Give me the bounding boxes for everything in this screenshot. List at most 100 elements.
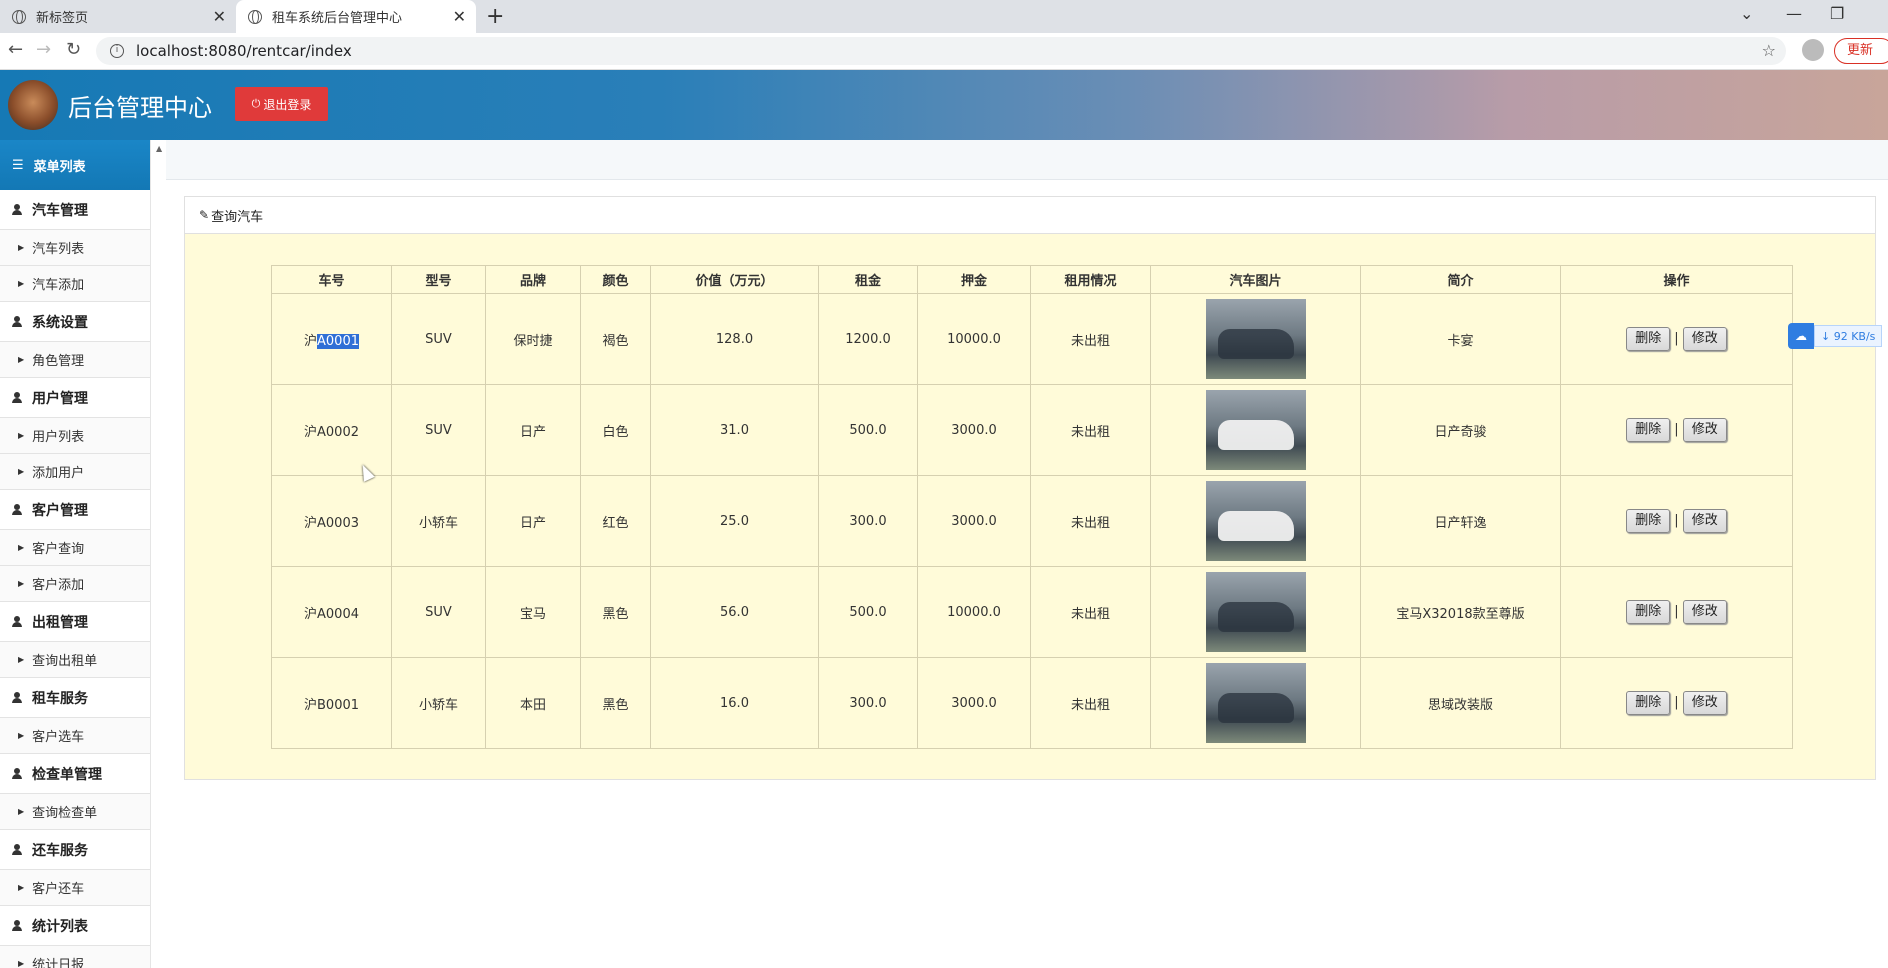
maximize-icon[interactable]: ❐ xyxy=(1830,4,1844,23)
caret-right-icon: ▶ xyxy=(18,959,25,968)
delete-button[interactable]: 删除 xyxy=(1626,418,1671,442)
sidebar-group-return[interactable]: 还车服务 xyxy=(0,830,150,870)
sidebar-item-role[interactable]: ▶ 角色管理 xyxy=(0,342,150,378)
group-label: 系统设置 xyxy=(32,314,88,331)
sidebar-group-stats[interactable]: 统计列表 xyxy=(0,906,150,946)
info-icon[interactable]: i xyxy=(110,44,124,58)
tab-search-icon[interactable]: ⌄ xyxy=(1740,4,1753,23)
value-cell: 16.0 xyxy=(650,657,819,749)
sidebar-item-customer-query[interactable]: ▶ 客户查询 xyxy=(0,530,150,566)
separator: | xyxy=(1674,331,1679,346)
tab-label: 新标签页 xyxy=(36,11,89,26)
rent-cell: 1200.0 xyxy=(818,293,918,385)
sidebar-item-return-car[interactable]: ▶ 客户还车 xyxy=(0,870,150,906)
item-label: 用户列表 xyxy=(32,430,85,445)
sidebar-group-car[interactable]: 汽车管理 xyxy=(0,190,150,230)
plate-number: A0002 xyxy=(317,424,359,440)
model-cell: 小轿车 xyxy=(391,657,486,749)
edit-button[interactable]: 修改 xyxy=(1682,327,1727,351)
delete-button[interactable]: 删除 xyxy=(1626,327,1671,351)
menu-title: 菜单列表 xyxy=(33,159,86,175)
close-icon[interactable]: ✕ xyxy=(213,7,226,26)
image-cell xyxy=(1150,384,1361,476)
plate-prefix: 沪 xyxy=(303,697,317,713)
deposit-cell: 3000.0 xyxy=(917,384,1031,476)
plate-prefix: 沪 xyxy=(304,515,318,531)
image-cell xyxy=(1150,657,1361,749)
edit-button[interactable]: 修改 xyxy=(1682,691,1727,715)
user-icon xyxy=(12,504,22,515)
browser-tab-admin[interactable]: 租车系统后台管理中心 ✕ xyxy=(236,0,476,33)
plate-number: A0003 xyxy=(317,515,359,531)
col-header: 汽车图片 xyxy=(1150,265,1361,294)
caret-right-icon: ▶ xyxy=(18,579,25,588)
car-image xyxy=(1205,481,1306,561)
profile-icon[interactable] xyxy=(1802,39,1824,61)
back-icon[interactable]: ← xyxy=(8,39,23,60)
delete-button[interactable]: 删除 xyxy=(1626,509,1671,533)
minimize-icon[interactable]: — xyxy=(1786,4,1802,23)
status-cell: 未出租 xyxy=(1030,384,1151,476)
sidebar-group-customer[interactable]: 客户管理 xyxy=(0,490,150,530)
status-cell: 未出租 xyxy=(1030,475,1151,567)
user-icon xyxy=(12,616,22,627)
list-icon: ☰ xyxy=(12,157,24,173)
sidebar-item-user-list[interactable]: ▶ 用户列表 xyxy=(0,418,150,454)
col-header: 租金 xyxy=(818,265,918,294)
sidebar-item-choose-car[interactable]: ▶ 客户选车 xyxy=(0,718,150,754)
item-label: 统计日报 xyxy=(32,958,85,968)
sidebar-item-car-add[interactable]: ▶ 汽车添加 xyxy=(0,266,150,302)
sidebar-item-user-add[interactable]: ▶ 添加用户 xyxy=(0,454,150,490)
update-button[interactable]: 更新 xyxy=(1834,38,1888,64)
caret-right-icon: ▶ xyxy=(18,731,25,740)
main-toolbar xyxy=(166,140,1888,180)
sidebar-group-rental[interactable]: 出租管理 xyxy=(0,602,150,642)
deposit-cell: 3000.0 xyxy=(917,657,1031,749)
car-image xyxy=(1205,299,1306,379)
logout-button[interactable]: ⏻ 退出登录 xyxy=(235,87,328,121)
status-cell: 未出租 xyxy=(1030,566,1151,658)
brand-cell: 日产 xyxy=(485,384,581,476)
app-header: 后台管理中心 ⏻ 退出登录 xyxy=(0,70,1888,140)
delete-button[interactable]: 删除 xyxy=(1626,691,1671,715)
col-header: 品牌 xyxy=(485,265,581,294)
edit-button[interactable]: 修改 xyxy=(1682,600,1727,624)
sidebar-item-inspection-query[interactable]: ▶ 查询检查单 xyxy=(0,794,150,830)
reload-icon[interactable]: ↻ xyxy=(66,39,81,60)
forward-icon[interactable]: → xyxy=(36,39,51,60)
table-row: 沪A0003 小轿车 日产 红色 25.0 300.0 3000.0 未出租 日… xyxy=(271,475,1793,567)
table-header-row: 车号 型号 品牌 颜色 价值（万元） 租金 押金 租用情况 汽车图片 简介 操作 xyxy=(271,265,1793,294)
browser-tab-newtab[interactable]: 新标签页 ✕ xyxy=(0,0,236,33)
star-icon[interactable]: ☆ xyxy=(1762,41,1776,60)
sidebar-group-user[interactable]: 用户管理 xyxy=(0,378,150,418)
close-icon[interactable]: ✕ xyxy=(453,7,466,26)
item-label: 汽车添加 xyxy=(32,278,85,293)
scroll-up-icon[interactable]: ▲ xyxy=(156,144,162,153)
edit-button[interactable]: 修改 xyxy=(1682,509,1727,533)
url-field[interactable]: i localhost:8080/rentcar/index ☆ xyxy=(96,37,1786,65)
car-query-panel: ✎ 查询汽车 车号 型号 品牌 颜色 价值（万元） 租金 押金 租用情况 汽车图… xyxy=(184,196,1876,780)
table-row: 沪B0001 小轿车 本田 黑色 16.0 300.0 3000.0 未出租 思… xyxy=(271,657,1793,749)
col-header: 操作 xyxy=(1560,265,1793,294)
action-cell: 删除 | 修改 xyxy=(1560,566,1793,658)
sidebar-item-customer-add[interactable]: ▶ 客户添加 xyxy=(0,566,150,602)
value-cell: 128.0 xyxy=(650,293,819,385)
delete-button[interactable]: 删除 xyxy=(1626,600,1671,624)
sidebar-item-car-list[interactable]: ▶ 汽车列表 xyxy=(0,230,150,266)
sidebar-group-system[interactable]: 系统设置 xyxy=(0,302,150,342)
sidebar-group-rent-service[interactable]: 租车服务 xyxy=(0,678,150,718)
edit-button[interactable]: 修改 xyxy=(1682,418,1727,442)
color-cell: 黑色 xyxy=(580,566,651,658)
group-label: 客户管理 xyxy=(32,502,88,519)
sidebar-group-inspection[interactable]: 检查单管理 xyxy=(0,754,150,794)
sidebar-item-rental-query[interactable]: ▶ 查询出租单 xyxy=(0,642,150,678)
sidebar-item-daily-report[interactable]: ▶ 统计日报 xyxy=(0,946,150,968)
desc-cell: 思域改装版 xyxy=(1360,657,1561,749)
new-tab-icon[interactable]: + xyxy=(486,4,504,29)
address-bar: ← → ↻ i localhost:8080/rentcar/index ☆ 更… xyxy=(0,33,1888,70)
desc-cell: 宝马X32018款至尊版 xyxy=(1360,566,1561,658)
panel-title: 查询汽车 xyxy=(211,209,264,225)
value-cell: 56.0 xyxy=(650,566,819,658)
download-speed-badge[interactable]: ☁ ↓ 92 KB/s xyxy=(1788,323,1888,349)
rent-cell: 500.0 xyxy=(818,566,918,658)
